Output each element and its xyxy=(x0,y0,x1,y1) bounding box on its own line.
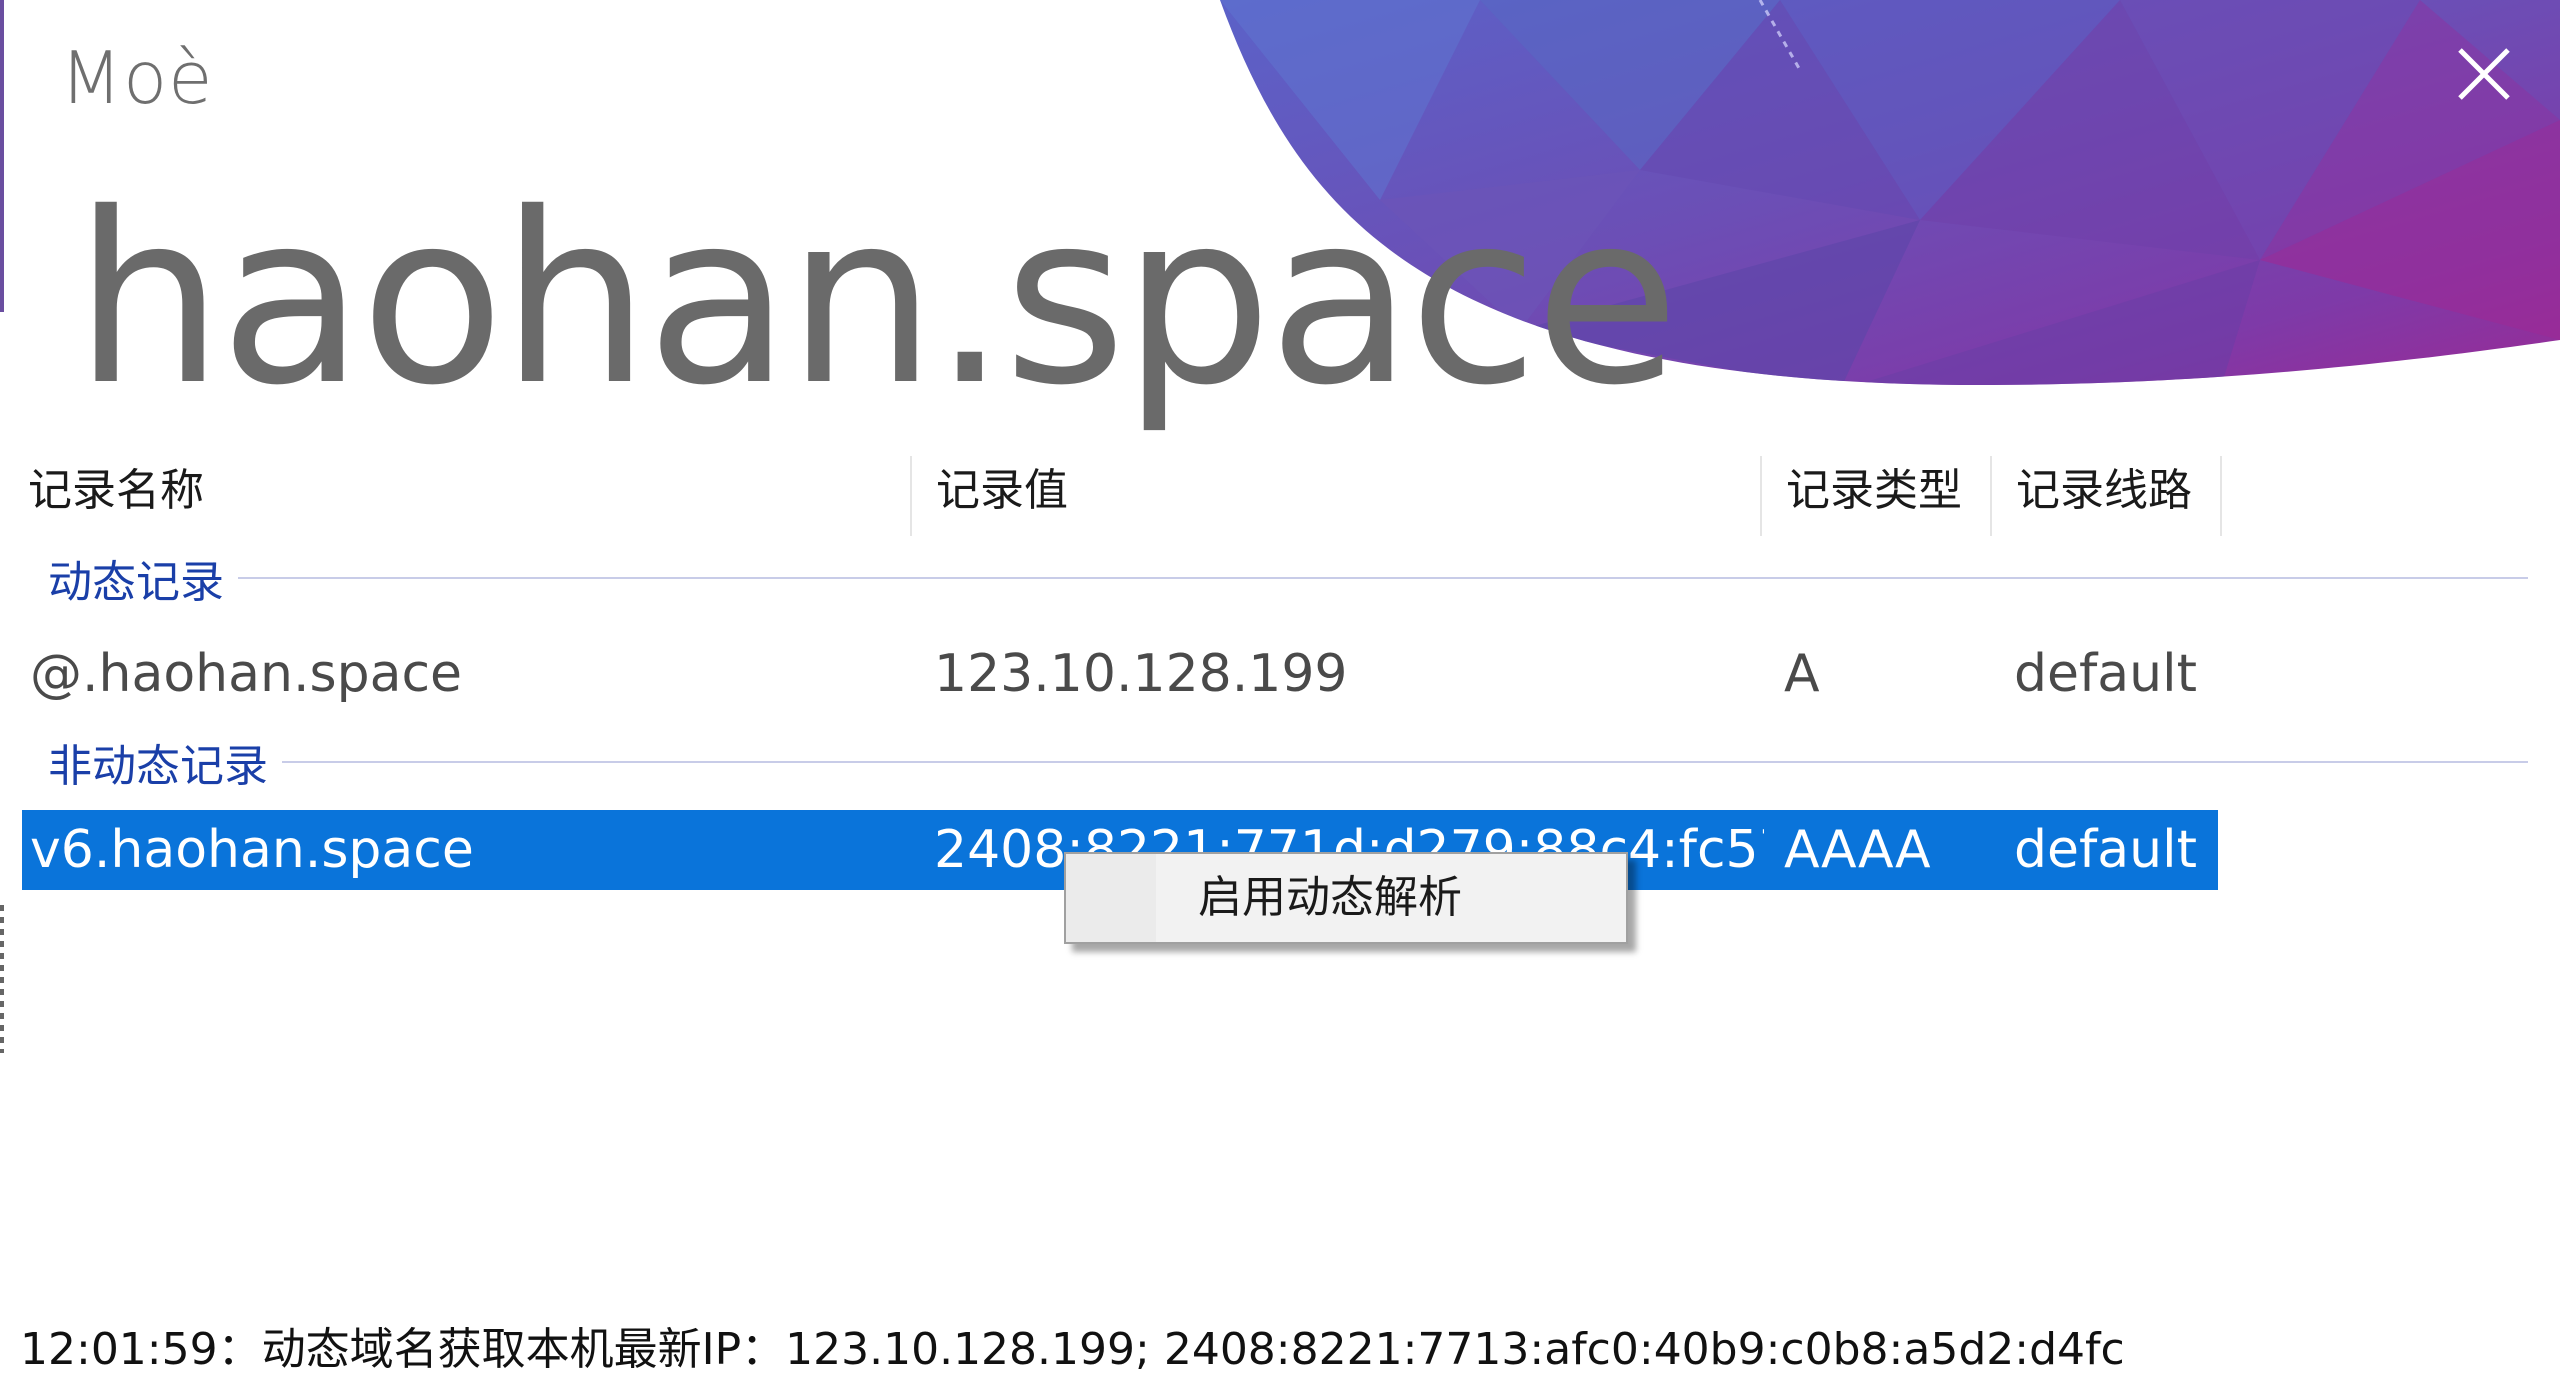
app-name: Moè xyxy=(60,36,214,120)
record-line: default xyxy=(2014,820,2197,880)
status-message: 12:01:59：动态域名获取本机最新IP：123.10.128.199; 24… xyxy=(20,1324,2125,1375)
menu-item-enable-dynamic[interactable]: 启用动态解析 xyxy=(1066,858,1626,938)
group-label: 非动态记录 xyxy=(48,741,268,792)
left-edge-dots xyxy=(0,905,4,1053)
record-type: AAAA xyxy=(1784,820,1931,880)
table-header: 记录名称 记录值 记录类型 记录线路 xyxy=(22,456,2222,536)
main-window: Moè haohan.space 记录名称 记录值 记录类型 记录线路 动态记录… xyxy=(0,0,2560,1378)
domain-title: haohan.space xyxy=(74,162,1680,437)
record-type: A xyxy=(1784,644,1820,704)
record-name: v6.haohan.space xyxy=(30,820,474,880)
context-menu: 启用动态解析 xyxy=(1064,852,1628,944)
group-divider xyxy=(282,761,2528,763)
record-name: @.haohan.space xyxy=(30,644,463,704)
group-header-static[interactable]: 非动态记录 xyxy=(48,732,2528,792)
close-icon[interactable] xyxy=(2448,38,2520,110)
table-row[interactable]: @.haohan.space 123.10.128.199 A default xyxy=(22,634,2218,714)
group-label: 动态记录 xyxy=(48,557,224,608)
column-header-value[interactable]: 记录值 xyxy=(912,456,1762,536)
record-line: default xyxy=(2014,644,2197,704)
record-value: 123.10.128.199 xyxy=(934,644,1348,704)
group-header-dynamic[interactable]: 动态记录 xyxy=(48,548,2528,608)
left-edge-accent xyxy=(0,0,4,312)
column-header-type[interactable]: 记录类型 xyxy=(1762,456,1992,536)
column-header-line[interactable]: 记录线路 xyxy=(1992,456,2222,536)
column-header-name[interactable]: 记录名称 xyxy=(22,456,912,536)
group-divider xyxy=(238,577,2528,579)
